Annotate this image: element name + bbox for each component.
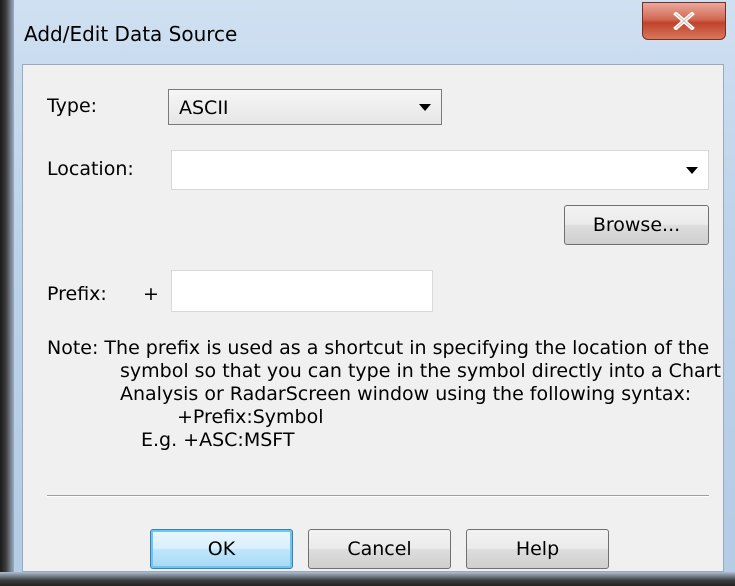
ok-button-label: OK	[207, 538, 236, 560]
type-select-value: ASCII	[179, 97, 229, 119]
close-icon	[673, 12, 695, 30]
note-line-2: symbol so that you can type in the symbo…	[120, 360, 721, 382]
note-line-1: Note: The prefix is used as a shortcut i…	[47, 337, 710, 359]
dialog-window: Add/Edit Data Source Type: ASCII Locatio…	[0, 0, 735, 586]
cancel-button[interactable]: Cancel	[308, 529, 451, 569]
browse-button-label: Browse...	[592, 214, 681, 236]
dialog-client-area: Type: ASCII Location: Browse... Prefix: …	[22, 64, 724, 572]
note-example: E.g. +ASC:MSFT	[141, 429, 295, 451]
type-select[interactable]: ASCII	[168, 89, 442, 125]
location-label: Location:	[47, 158, 134, 180]
prefix-note: Note: The prefix is used as a shortcut i…	[47, 337, 721, 452]
location-combobox[interactable]	[171, 150, 709, 190]
title-bar[interactable]: Add/Edit Data Source	[14, 0, 734, 64]
prefix-label: Prefix:	[47, 283, 107, 305]
help-button[interactable]: Help	[466, 529, 609, 569]
chevron-down-icon	[419, 104, 431, 111]
ok-button[interactable]: OK	[150, 529, 293, 569]
window-title: Add/Edit Data Source	[24, 22, 238, 46]
browse-button[interactable]: Browse...	[564, 205, 709, 245]
type-label: Type:	[47, 95, 98, 117]
prefix-plus-sign: +	[143, 283, 159, 305]
help-button-label: Help	[515, 538, 560, 560]
window-shadow-left	[0, 0, 14, 586]
note-line-3: Analysis or RadarScreen window using the…	[120, 383, 692, 405]
chevron-down-icon[interactable]	[686, 167, 698, 174]
divider	[47, 495, 709, 497]
note-syntax: +Prefix:Symbol	[177, 406, 324, 428]
cancel-button-label: Cancel	[347, 538, 412, 560]
close-button[interactable]	[642, 2, 726, 40]
prefix-input[interactable]	[171, 270, 433, 312]
window-shadow-bottom	[0, 572, 735, 586]
